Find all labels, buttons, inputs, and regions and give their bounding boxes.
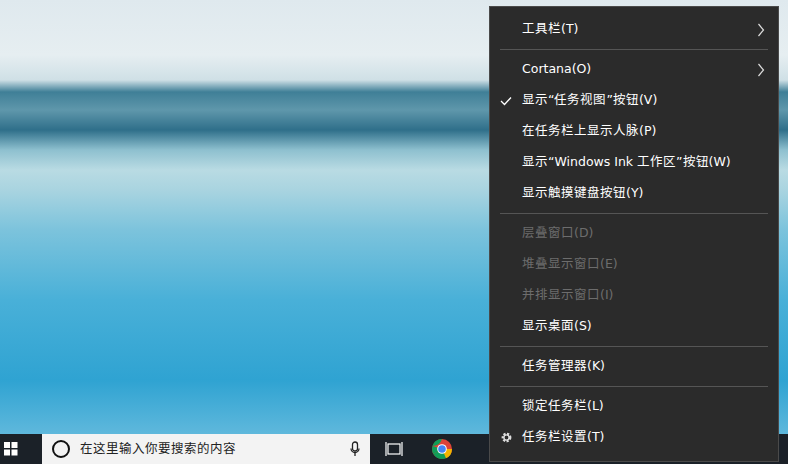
menu-item-label: 锁定任务栏(L): [522, 394, 754, 418]
menu-item[interactable]: Cortana(O): [490, 54, 778, 85]
menu-item[interactable]: 显示“Windows Ink 工作区”按钮(W): [490, 147, 778, 178]
menu-item[interactable]: 任务栏设置(T): [490, 422, 778, 453]
menu-separator: [500, 213, 768, 214]
cortana-circle-icon: [52, 440, 70, 458]
chevron-right-icon: [757, 23, 765, 37]
taskbar-context-menu: 工具栏(T) Cortana(O) 显示“任务视图”按钮(V) 在任务栏上显示人脉(P…: [489, 6, 779, 462]
checkmark-icon: [500, 96, 512, 106]
menu-item-label: 显示桌面(S): [522, 314, 754, 338]
search-box[interactable]: 在这里输入你要搜索的内容: [42, 434, 370, 464]
check-column: [490, 96, 522, 106]
windows-logo-icon: [4, 442, 18, 456]
menu-item-label: 堆叠显示窗口(E): [522, 252, 754, 276]
menu-item: 并排显示窗口(I): [490, 280, 778, 311]
menu-item-label: 任务栏设置(T): [522, 425, 754, 449]
menu-item[interactable]: 任务管理器(K): [490, 351, 778, 382]
menu-item-label: 在任务栏上显示人脉(P): [522, 119, 754, 143]
menu-item[interactable]: 显示桌面(S): [490, 311, 778, 342]
menu-item-label: 并排显示窗口(I): [522, 283, 754, 307]
search-placeholder: 在这里输入你要搜索的内容: [80, 440, 350, 459]
submenu-arrow-column: [754, 23, 768, 37]
menu-item-label: 工具栏(T): [522, 17, 754, 41]
menu-item-label: 任务管理器(K): [522, 354, 754, 378]
menu-item: 层叠窗口(D): [490, 218, 778, 249]
menu-item[interactable]: 在任务栏上显示人脉(P): [490, 116, 778, 147]
task-view-button[interactable]: [370, 434, 418, 464]
menu-item-label: 层叠窗口(D): [522, 221, 754, 245]
menu-item: 堆叠显示窗口(E): [490, 249, 778, 280]
task-view-icon: [385, 441, 403, 457]
microphone-icon: [350, 441, 360, 457]
menu-separator: [500, 346, 768, 347]
menu-item-label: Cortana(O): [522, 57, 754, 81]
gear-icon: [500, 431, 513, 444]
menu-item-label: 显示触摸键盘按钮(Y): [522, 181, 754, 205]
menu-item[interactable]: 显示“任务视图”按钮(V): [490, 85, 778, 116]
menu-item[interactable]: 锁定任务栏(L): [490, 391, 778, 422]
menu-item[interactable]: 显示触摸键盘按钮(Y): [490, 178, 778, 209]
start-button[interactable]: [0, 434, 42, 464]
check-column: [490, 431, 522, 444]
chrome-button[interactable]: [418, 434, 466, 464]
menu-item-label: 显示“任务视图”按钮(V): [522, 88, 754, 112]
menu-separator: [500, 49, 768, 50]
menu-item-label: 显示“Windows Ink 工作区”按钮(W): [522, 150, 754, 174]
submenu-arrow-column: [754, 63, 768, 77]
chevron-right-icon: [757, 63, 765, 77]
menu-item[interactable]: 工具栏(T): [490, 14, 778, 45]
chrome-icon: [431, 438, 453, 460]
menu-separator: [500, 386, 768, 387]
